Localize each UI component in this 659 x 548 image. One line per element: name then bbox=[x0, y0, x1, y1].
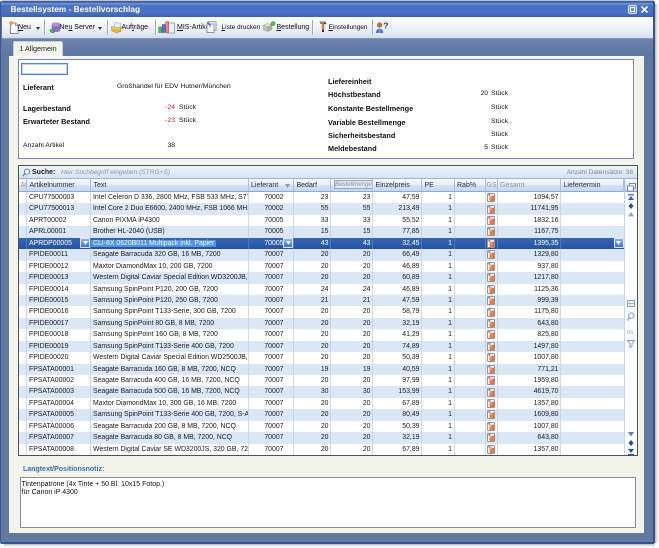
svg-text:?: ? bbox=[383, 21, 388, 30]
svg-text:ns: ns bbox=[627, 330, 633, 335]
